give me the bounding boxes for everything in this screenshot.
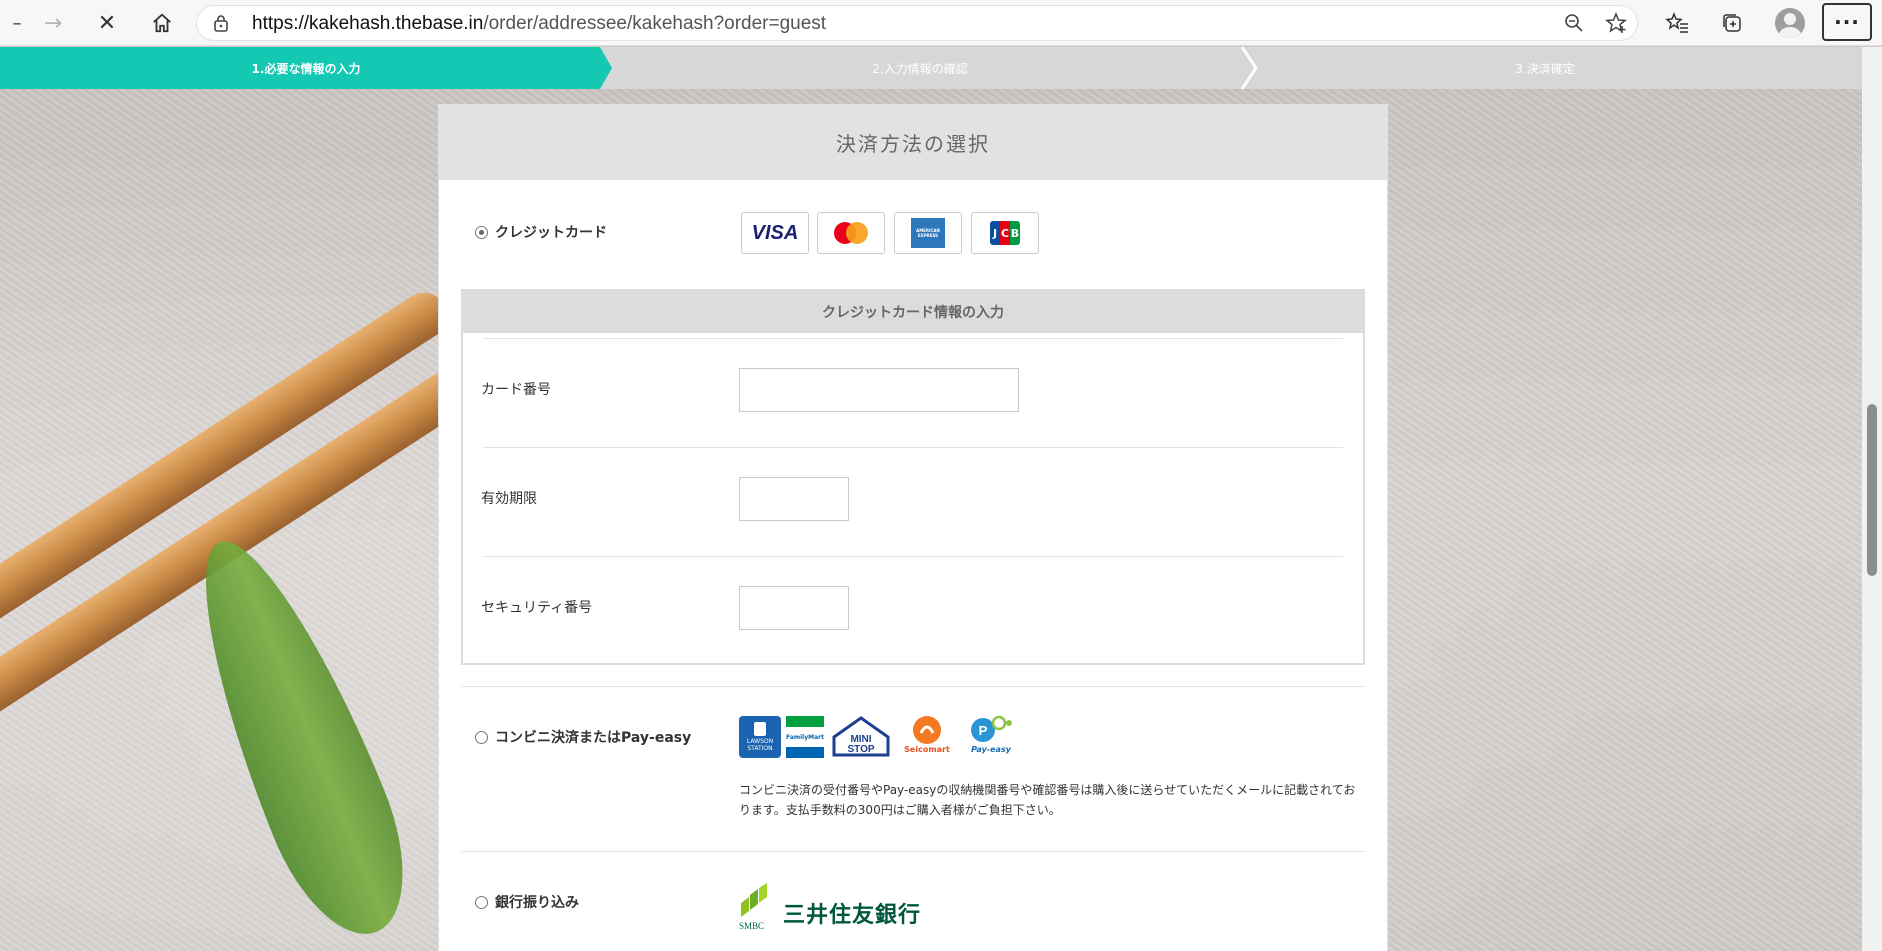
seicomart-logo: Seicomart [899, 713, 955, 761]
conbini-option[interactable]: コンビニ決済またはPay-easy [475, 727, 691, 747]
stop-loading-icon[interactable]: ✕ [90, 6, 124, 40]
url-text: https://kakehash.thebase.in/order/addres… [252, 13, 827, 34]
lawson-logo: LAWSON STATION [739, 716, 781, 758]
credit-card-option[interactable]: クレジットカード [475, 222, 607, 242]
credit-card-form: クレジットカード情報の入力 カード番号 有効期限 セキュリティ番号 [461, 289, 1365, 665]
amex-logo: AMERICAN EXPRESS [894, 212, 962, 254]
conbini-label: コンビニ決済またはPay-easy [495, 730, 692, 746]
familymart-logo: FamilyMart [786, 716, 824, 758]
smbc-logo: SMBC [739, 883, 779, 937]
bank-name: 三井住友銀行 [783, 903, 922, 928]
scrollbar-thumb[interactable] [1867, 404, 1877, 576]
card-number-label: カード番号 [481, 382, 551, 398]
visa-logo: VISA [741, 212, 809, 254]
security-code-label: セキュリティ番号 [481, 600, 593, 616]
security-code-input[interactable] [739, 586, 849, 630]
step-payment: 3.決済確定 [1515, 61, 1575, 76]
step-chevron-icon [1240, 47, 1258, 89]
forward-icon[interactable]: → [36, 6, 70, 40]
divider [461, 686, 1365, 687]
credit-card-radio[interactable] [475, 225, 488, 239]
browser-toolbar: – → ✕ https://kakehash.thebase.in/order/… [0, 0, 1882, 46]
payment-method-title: 決済方法の選択 [439, 105, 1387, 180]
profile-avatar-icon[interactable] [1775, 8, 1805, 38]
home-icon[interactable] [145, 6, 179, 40]
address-bar[interactable]: https://kakehash.thebase.in/order/addres… [196, 5, 1638, 41]
conbini-note: コンビニ決済の受付番号やPay-easyの収納機関番号や確認番号は購入後に送らせ… [739, 783, 1356, 817]
add-favorite-icon[interactable] [1599, 6, 1633, 40]
conbini-radio[interactable] [475, 730, 488, 744]
payeasy-logo: P Pay-easy [964, 713, 1018, 761]
collections-icon[interactable] [1715, 6, 1749, 40]
payment-method-card: 決済方法の選択 クレジットカード VISA AMERICAN EXPRESS J … [438, 104, 1388, 951]
ministop-logo: MINI STOP [830, 715, 892, 759]
minimize-icon[interactable]: – [0, 6, 34, 40]
card-number-input[interactable] [739, 368, 1019, 412]
more-menu-button[interactable]: ··· [1822, 3, 1872, 41]
expiry-label: 有効期限 [481, 491, 537, 507]
divider [483, 338, 1343, 339]
divider [483, 556, 1343, 557]
credit-card-label: クレジットカード [495, 225, 607, 241]
step-input: 1.必要な情報の入力 [0, 47, 612, 89]
divider [461, 851, 1365, 852]
page-scrollbar[interactable] [1862, 47, 1882, 951]
step-confirm: 2.入力情報の確認 [872, 61, 968, 76]
svg-text:P: P [979, 723, 988, 738]
bank-transfer-radio[interactable] [475, 895, 488, 909]
bank-transfer-label: 銀行振り込み [495, 895, 579, 911]
bank-transfer-option[interactable]: 銀行振り込み [475, 892, 579, 912]
mastercard-logo [817, 212, 885, 254]
zoom-icon[interactable] [1557, 6, 1591, 40]
divider [483, 447, 1343, 448]
leaf-decoration [163, 519, 433, 951]
lock-icon[interactable] [213, 14, 229, 36]
expiry-input[interactable] [739, 477, 849, 521]
credit-card-form-title: クレジットカード情報の入力 [463, 291, 1363, 333]
jcb-logo: J C B [971, 212, 1039, 254]
checkout-steps: 1.必要な情報の入力 2.入力情報の確認 3.決済確定 [0, 47, 1862, 89]
svg-text:STOP: STOP [847, 744, 874, 755]
favorites-icon[interactable] [1660, 6, 1694, 40]
